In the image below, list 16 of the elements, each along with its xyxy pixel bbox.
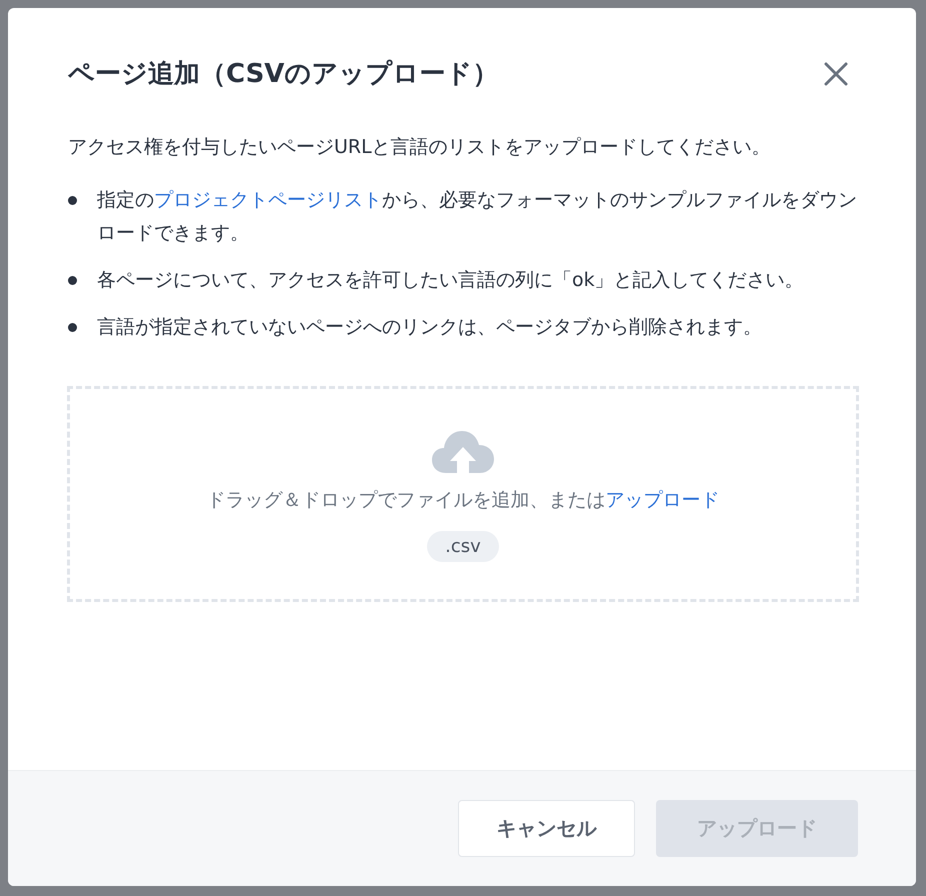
bullet-dot [68,276,77,285]
file-type-tag: .csv [427,531,499,562]
instruction-text: 言語が指定されていないページへのリンクは、ページタブから削除されます。 [97,315,762,340]
instruction-text: 各ページについて、アクセスを許可したい言語の列に「ok」と記入してください。 [97,268,804,293]
upload-link[interactable]: アップロード [606,489,720,511]
drop-instruction-text: ドラッグ＆ドロップでファイルを追加、またはアップロード [206,488,720,513]
cancel-button[interactable]: キャンセル [458,800,635,857]
bullet-dot [68,323,77,332]
intro-text: アクセス権を付与したいページURLと言語のリストをアップロードしてください。 [68,135,772,160]
cloud-upload-icon [432,431,494,473]
drop-zone[interactable]: ドラッグ＆ドロップでファイルを追加、またはアップロード .csv [67,386,859,602]
dialog-title: ページ追加（CSVのアップロード） [68,58,498,91]
bullet-dot [68,196,77,205]
project-page-list-link[interactable]: プロジェクトページリスト [154,189,382,211]
instruction-text: 指定のプロジェクトページリスト から、必要なフォーマットのサンプルファイルをダウンロードできます。 [97,188,858,246]
close-icon[interactable] [824,62,848,86]
